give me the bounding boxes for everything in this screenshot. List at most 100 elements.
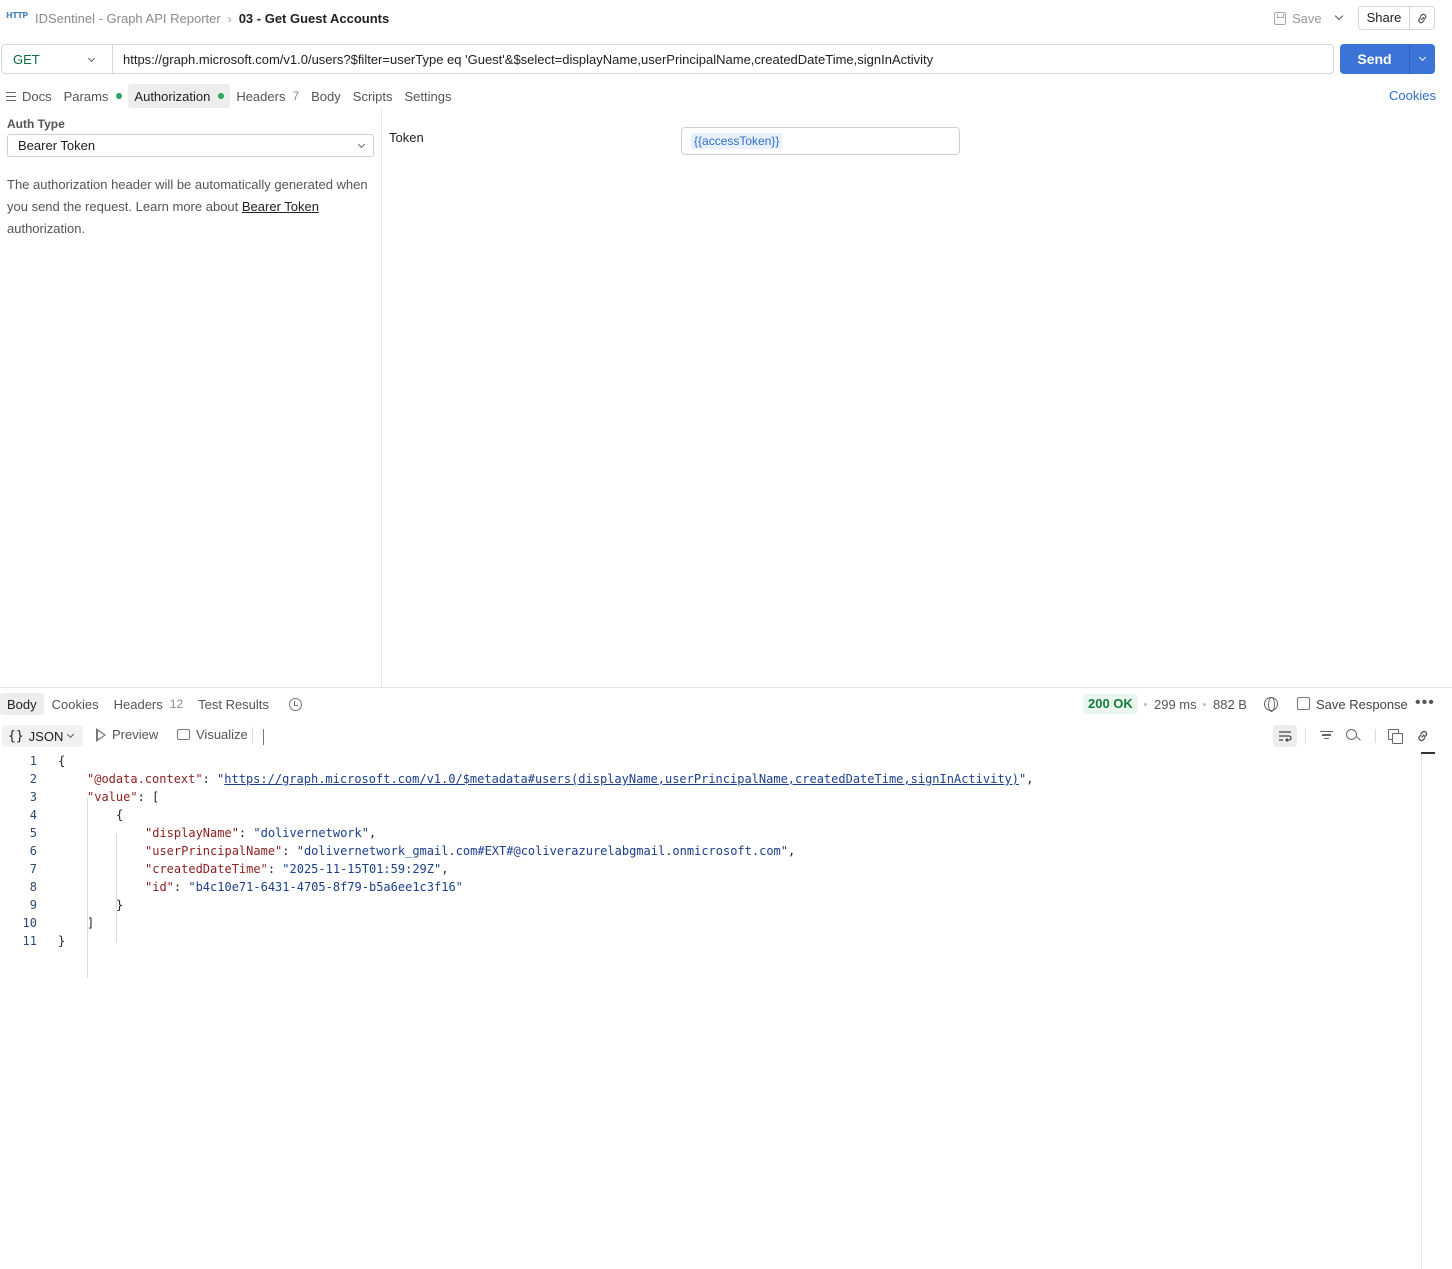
braces-icon: {} xyxy=(8,728,24,744)
divider xyxy=(1375,729,1376,743)
auth-type-value: Bearer Token xyxy=(18,138,96,153)
line-number: 5 xyxy=(29,826,37,840)
json-token-key: "@odata.context" xyxy=(87,772,203,786)
code-content: } xyxy=(58,932,65,950)
link-icon xyxy=(1417,13,1426,23)
json-token-str: "dolivernetwork_gmail.com#EXT#@coliveraz… xyxy=(296,844,789,858)
indent-guide xyxy=(87,798,88,978)
save-options-button[interactable] xyxy=(1331,9,1347,27)
response-tab-headers[interactable]: Headers 12 xyxy=(107,693,191,715)
more-options-icon[interactable]: ••• xyxy=(1415,695,1435,711)
cookies-link[interactable]: Cookies xyxy=(1389,88,1436,103)
json-token-punc: { xyxy=(116,808,124,822)
tab-scripts[interactable]: Scripts xyxy=(347,84,399,108)
save-response-icon xyxy=(1297,697,1310,710)
editor-scrollbar-thumb[interactable] xyxy=(1421,752,1435,754)
tab-body[interactable]: Body xyxy=(305,84,347,108)
share-button[interactable]: Share xyxy=(1359,7,1410,29)
wrap-lines-button[interactable] xyxy=(1273,725,1297,747)
editor-scrollbar[interactable] xyxy=(1421,752,1422,1269)
tab-docs[interactable]: Docs xyxy=(0,84,58,108)
divider xyxy=(1305,729,1306,743)
response-time[interactable]: 299 ms xyxy=(1154,697,1197,712)
response-tab-body[interactable]: Body xyxy=(0,693,44,715)
json-token-punc: , xyxy=(368,826,377,840)
status-badge[interactable]: 200 OK xyxy=(1083,694,1138,714)
link-icon[interactable] xyxy=(1416,729,1430,743)
line-number: 4 xyxy=(29,808,37,822)
bearer-token-link[interactable]: Bearer Token xyxy=(242,199,319,214)
network-globe-icon[interactable] xyxy=(1264,697,1278,712)
request-tabs: Docs Params Authorization Headers 7 Body… xyxy=(0,84,458,108)
auth-description-suffix: authorization. xyxy=(7,221,86,236)
json-token-punc: , xyxy=(1026,772,1034,786)
tab-docs-label: Docs xyxy=(22,88,52,104)
code-content: { xyxy=(58,752,65,770)
response-tab-test-results[interactable]: Test Results xyxy=(191,693,276,715)
chevron-down-icon xyxy=(1418,53,1427,61)
code-content: "value": [ xyxy=(87,788,159,806)
chevron-right-icon: › xyxy=(227,11,232,26)
token-input[interactable]: {{accessToken}} xyxy=(681,127,960,155)
save-response-button[interactable]: Save Response xyxy=(1316,697,1408,712)
method-value: GET xyxy=(13,51,40,67)
response-headers-count: 12 xyxy=(169,697,184,711)
response-divider[interactable] xyxy=(0,687,1452,688)
tab-settings-label: Settings xyxy=(404,88,452,104)
tab-headers[interactable]: Headers 7 xyxy=(230,84,305,108)
indent-guide xyxy=(116,834,117,942)
save-label: Save xyxy=(1292,10,1322,26)
json-token-key: "createdDateTime" xyxy=(145,862,268,876)
visualize-button[interactable]: Visualize xyxy=(177,727,248,742)
code-content: "@odata.context": "https://graph.microso… xyxy=(87,770,1033,788)
send-group: Send xyxy=(1340,44,1435,74)
chevron-down-icon xyxy=(263,729,264,745)
send-options-button[interactable] xyxy=(1409,44,1435,74)
breadcrumb-collection[interactable]: IDSentinel - Graph API Reporter xyxy=(35,11,221,26)
preview-label: Preview xyxy=(112,727,159,742)
request-title[interactable]: 03 - Get Guest Accounts xyxy=(239,11,390,26)
response-body-editor[interactable]: 1 {2 "@odata.context": "https://graph.micr… xyxy=(0,752,1421,1269)
auth-description: The authorization header will be automat… xyxy=(7,174,377,240)
json-token-url[interactable]: https://graph.microsoft.com/v1.0/$metada… xyxy=(224,772,1019,786)
wrap-lines-icon xyxy=(1279,731,1292,742)
url-input[interactable]: https://graph.microsoft.com/v1.0/users?$… xyxy=(113,52,933,67)
method-select[interactable]: GET xyxy=(2,45,113,73)
chevron-down-icon xyxy=(357,140,366,149)
json-token-punc: : xyxy=(173,880,189,894)
image-icon xyxy=(177,729,190,740)
chevron-down-icon xyxy=(87,54,96,63)
share-group: Share xyxy=(1358,6,1435,30)
save-button[interactable]: Save xyxy=(1274,8,1322,28)
visualize-options-button[interactable] xyxy=(260,729,272,745)
json-token-punc: : xyxy=(238,826,254,840)
code-content: { xyxy=(116,806,123,824)
copy-link-button[interactable] xyxy=(1410,7,1434,29)
format-select[interactable]: {} JSON xyxy=(2,725,83,747)
filter-icon[interactable] xyxy=(1319,729,1333,743)
json-token-punc: } xyxy=(58,934,66,948)
response-tab-headers-label: Headers xyxy=(113,696,163,712)
docs-icon xyxy=(6,91,16,101)
format-value: JSON xyxy=(28,728,64,744)
divider xyxy=(252,727,253,743)
authorization-indicator-dot xyxy=(218,93,225,99)
tab-settings[interactable]: Settings xyxy=(399,84,458,108)
auth-type-select[interactable]: Bearer Token xyxy=(7,134,374,157)
copy-icon[interactable] xyxy=(1388,729,1403,744)
line-number: 6 xyxy=(29,844,37,858)
json-token-str: "2025-11-15T01:59:29Z" xyxy=(282,862,442,876)
tab-authorization[interactable]: Authorization xyxy=(128,84,231,108)
search-icon[interactable] xyxy=(1346,729,1360,743)
line-number: 9 xyxy=(29,898,37,912)
json-token-punc: ] xyxy=(87,916,95,930)
response-tab-cookies[interactable]: Cookies xyxy=(45,693,106,715)
json-token-punc: { xyxy=(58,754,66,768)
code-content: "userPrincipalName": "dolivernetwork_gma… xyxy=(145,842,795,860)
tab-params[interactable]: Params xyxy=(58,84,129,108)
response-size[interactable]: 882 B xyxy=(1213,697,1247,712)
history-icon[interactable] xyxy=(288,697,302,711)
json-token-str: "b4c10e71-6431-4705-8f79-b5a6ee1c3f16" xyxy=(188,880,463,894)
preview-button[interactable]: Preview xyxy=(96,727,159,742)
send-button[interactable]: Send xyxy=(1340,44,1409,74)
